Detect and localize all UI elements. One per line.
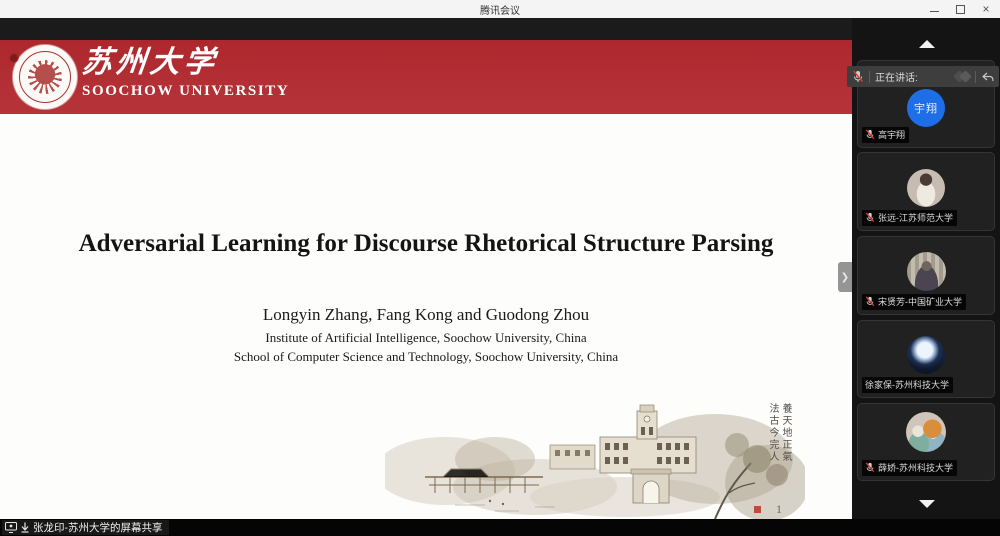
participant-name: 薛娇-苏州科技大学 — [878, 461, 953, 474]
university-motto: 養天地正氣 法古今完人 — [766, 403, 792, 473]
slide-top-margin — [0, 18, 852, 40]
meeting-logo-watermark-icon — [955, 72, 970, 81]
seal-core — [28, 60, 62, 94]
mic-muted-icon[interactable] — [852, 70, 864, 83]
minimize-button[interactable] — [928, 3, 940, 15]
download-arrow-icon — [20, 522, 30, 533]
record-dot-icon — [9, 53, 19, 63]
university-name-cn: 苏州大学 — [80, 46, 291, 80]
motto-line-1: 養天地正氣 — [780, 403, 791, 463]
participant-name-tag: 高宇翔 — [862, 127, 909, 143]
participant-name: 宋贤芳-中国矿业大学 — [878, 295, 962, 308]
mic-muted-icon — [865, 212, 875, 223]
participant-name: 徐家保-苏州科技大学 — [865, 378, 949, 391]
university-name-en: SOOCHOW UNIVERSITY — [82, 83, 289, 100]
slide-affiliation-2: School of Computer Science and Technolog… — [0, 349, 852, 365]
participant-avatar-photo — [906, 412, 946, 452]
toolbar-divider-2 — [975, 71, 976, 83]
participant-avatar-photo — [907, 336, 945, 374]
slide-banner: 苏州大学 SOOCHOW UNIVERSITY — [0, 40, 852, 114]
participant-name-tag: 张远-江苏师范大学 — [862, 210, 957, 226]
participant-avatar-photo — [907, 169, 945, 207]
restore-button[interactable] — [954, 3, 966, 15]
slide-authors: Longyin Zhang, Fang Kong and Guodong Zho… — [0, 305, 852, 325]
sidebar-collapse-button[interactable]: ❯ — [838, 262, 852, 292]
speaking-label: 正在讲话: — [875, 69, 918, 84]
mic-muted-icon — [865, 462, 875, 473]
close-icon: × — [982, 3, 989, 15]
motto-line-2: 法古今完人 — [767, 403, 778, 463]
slide-page-number: 1 — [776, 502, 782, 517]
participant-name-tag: 薛娇-苏州科技大学 — [862, 460, 957, 476]
participant-name: 高宇翔 — [878, 128, 905, 141]
participant-name: 张远-江苏师范大学 — [878, 211, 953, 224]
participant-tile[interactable]: 薛娇-苏州科技大学 — [857, 403, 995, 481]
soochow-university-seal-icon — [13, 45, 77, 109]
window-controls: × — [928, 0, 996, 18]
participant-name-tag: 徐家保-苏州科技大学 — [862, 377, 953, 393]
participant-tile[interactable]: 张远-江苏师范大学 — [857, 152, 995, 231]
participant-tile[interactable]: 宋贤芳-中国矿业大学 — [857, 236, 995, 315]
scroll-down-button[interactable] — [919, 500, 935, 508]
monitor-icon — [5, 522, 17, 533]
screen-share-view: 苏州大学 SOOCHOW UNIVERSITY Adversarial Lear… — [0, 18, 852, 519]
campus-ink-painting — [385, 401, 805, 526]
slide-affiliation-1: Institute of Artificial Intelligence, So… — [0, 330, 852, 346]
participant-avatar-photo — [907, 252, 946, 291]
banner-text: 苏州大学 SOOCHOW UNIVERSITY — [82, 46, 289, 100]
toolbar-divider — [869, 71, 870, 83]
participant-avatar-initials: 宇翔 — [907, 89, 945, 127]
seal-ring — [19, 51, 71, 103]
close-button[interactable]: × — [980, 3, 992, 15]
scroll-up-button[interactable] — [919, 40, 935, 48]
mic-muted-icon — [865, 129, 875, 140]
window-title: 腾讯会议 — [480, 2, 520, 17]
participants-sidebar: 正在讲话: 宇翔 高宇翔 — [852, 18, 1000, 536]
chevron-right-icon: ❯ — [841, 272, 849, 283]
participant-name-tag: 宋贤芳-中国矿业大学 — [862, 294, 966, 310]
red-seal-icon — [754, 506, 761, 513]
share-label: 张龙印-苏州大学的屏幕共享 — [33, 520, 163, 535]
mic-muted-icon — [865, 296, 875, 307]
speaking-toolbar: 正在讲话: — [847, 66, 999, 87]
window-titlebar: 腾讯会议 × — [0, 0, 1000, 19]
slide-title: Adversarial Learning for Discourse Rheto… — [0, 230, 852, 258]
bottom-status-bar: 张龙印-苏州大学的屏幕共享 — [0, 519, 1000, 536]
avatar-initials-text: 宇翔 — [914, 100, 938, 116]
reply-arrow-icon[interactable] — [981, 71, 994, 83]
minimize-icon — [930, 11, 939, 12]
screen-share-indicator[interactable]: 张龙印-苏州大学的屏幕共享 — [2, 520, 169, 535]
participant-tile[interactable]: 徐家保-苏州科技大学 — [857, 320, 995, 398]
restore-icon — [956, 5, 965, 14]
